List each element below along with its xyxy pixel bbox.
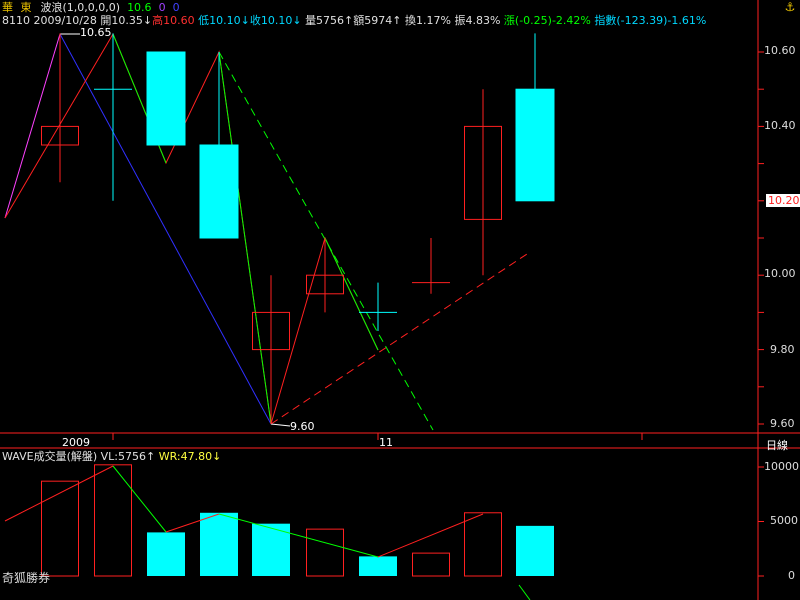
period-button[interactable]: 日線 xyxy=(766,437,788,453)
wave-segment xyxy=(4,32,379,425)
volume-header: WAVE成交量(解盤) VL:5756↑ WR:47.80↓ xyxy=(2,450,221,463)
month-label: 11 xyxy=(379,436,393,449)
price-ticks xyxy=(758,51,764,425)
chart-canvas[interactable] xyxy=(0,0,800,600)
low-annotation: 9.60 xyxy=(290,420,315,433)
price-tick-1060: 10.60 xyxy=(764,44,796,57)
chart-frame xyxy=(0,0,800,600)
candle xyxy=(359,282,397,331)
price-tick-980: 9.80 xyxy=(770,343,795,356)
volume-tick-0: 0 xyxy=(788,569,795,582)
volume-bar xyxy=(359,556,397,576)
volume-tick-5000: 5000 xyxy=(770,514,798,527)
volume-wave xyxy=(518,584,531,600)
candle xyxy=(41,33,79,183)
volume-bar xyxy=(516,525,554,576)
candle-body xyxy=(146,51,186,146)
volume-bar xyxy=(412,552,450,577)
candle-body xyxy=(515,88,555,202)
volume-bar xyxy=(464,512,502,577)
volume-wave xyxy=(4,465,114,522)
candle xyxy=(412,238,450,294)
price-current-marker: 10.20 xyxy=(766,194,800,207)
volume-wave xyxy=(218,513,379,558)
volume-tick-10000: 10000 xyxy=(764,460,799,473)
volume-wave xyxy=(377,513,484,558)
wr-label: WR:47.80↓ xyxy=(158,450,222,463)
volume-bar xyxy=(41,480,79,577)
vl-label: VL:5756↑ xyxy=(100,450,156,463)
candle xyxy=(252,275,290,424)
candle xyxy=(94,33,132,201)
candle xyxy=(464,89,502,276)
year-label: 2009 xyxy=(62,436,90,449)
high-annotation: 10.65 xyxy=(80,26,112,39)
candle xyxy=(146,51,186,146)
volume-wave xyxy=(112,465,167,533)
volume-bars xyxy=(41,464,764,577)
wave-lines xyxy=(4,32,531,431)
volume-bar xyxy=(306,528,344,577)
volume-bar xyxy=(200,512,238,576)
broker-label: 奇狐勝券 xyxy=(2,571,51,585)
price-tick-1040: 10.40 xyxy=(764,119,796,132)
low-annotation-line xyxy=(270,423,291,427)
candle-body xyxy=(199,144,239,239)
trend-line-up xyxy=(270,251,531,425)
candle xyxy=(515,33,555,202)
candles xyxy=(41,33,555,424)
volume-bar xyxy=(147,532,185,576)
candle xyxy=(306,238,344,313)
volume-title[interactable]: WAVE成交量(解盤) xyxy=(2,450,97,463)
price-tick-960: 9.60 xyxy=(770,417,795,430)
price-tick-1000: 10.00 xyxy=(764,267,796,280)
